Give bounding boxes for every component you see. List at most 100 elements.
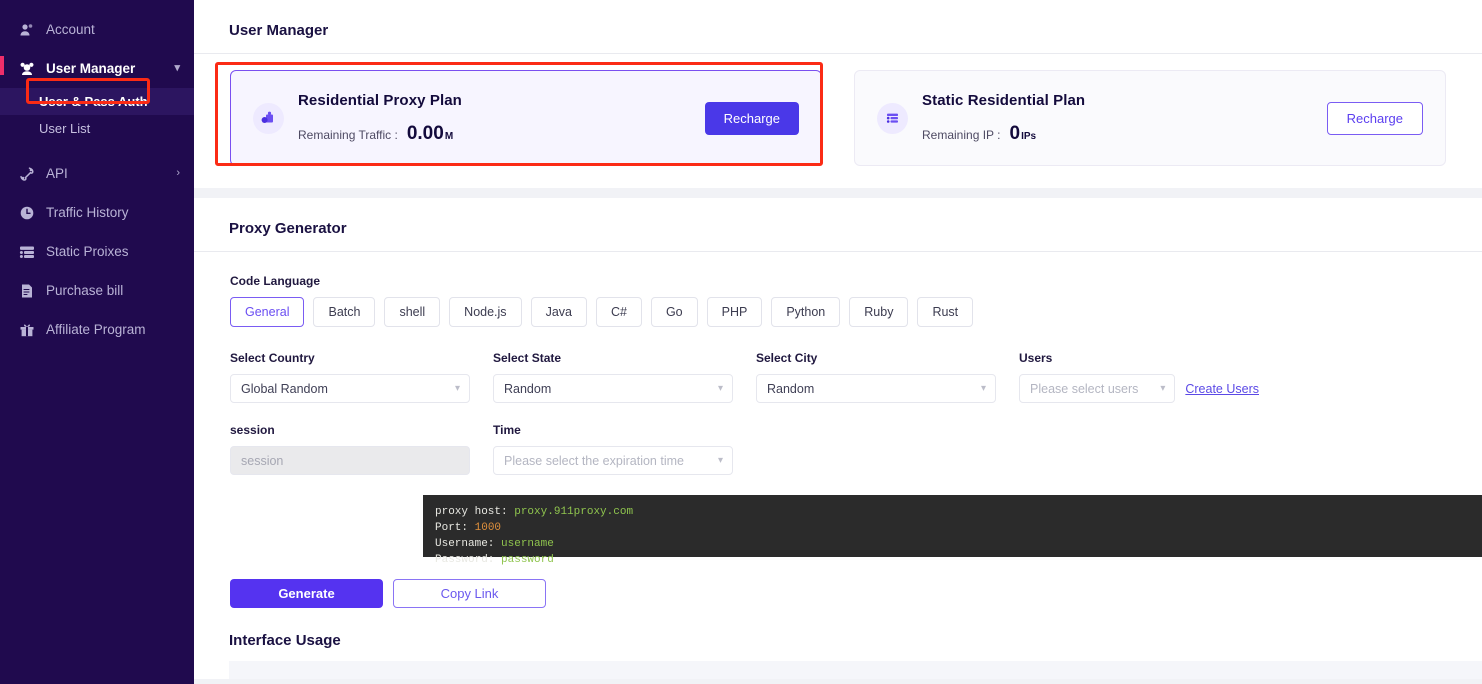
proxy-generator-panel: Proxy Generator Code Language General Ba… [194,198,1482,679]
plan-name: Static Residential Plan [922,91,1086,109]
city-field: Select City Random ▾ [756,351,996,403]
code-line-port: Port: 1000 [435,521,1470,537]
code-password-value: password [501,553,554,566]
lang-button-nodejs[interactable]: Node.js [449,297,522,327]
code-host-key: proxy host: [435,506,508,518]
plan-body: Static Residential Plan Remaining IP : 0… [922,92,1327,145]
plan-meta-value: 0.00 [406,122,444,144]
sidebar-item-label: Static Proixes [46,244,129,259]
country-select[interactable]: Global Random ▾ [230,374,470,403]
city-select[interactable]: Random ▾ [756,374,996,403]
proxy-generator-title: Proxy Generator [229,220,347,237]
sidebar-subitem-label: User & Pass Auth [39,94,148,109]
location-form-row: Select Country Global Random ▾ Select St… [230,351,1446,403]
user-manager-panel: User Manager Residential Proxy Plan Rema… [194,0,1482,188]
users-row: Please select users ▾ Create Users [1019,374,1259,403]
session-form-row: session session Time Please select the e… [230,423,1446,475]
plan-meta: Remaining Traffic : 0.00 M [298,123,705,145]
session-placeholder: session [241,453,284,468]
sidebar-item-purchase-bill[interactable]: Purchase bill [0,271,194,310]
users-label: Users [1019,351,1053,365]
residential-proxy-plan-card[interactable]: Residential Proxy Plan Remaining Traffic… [230,70,822,166]
bill-icon [19,283,35,299]
sidebar-item-api[interactable]: API › [0,154,194,193]
state-field: Select State Random ▾ [493,351,733,403]
sidebar-item-user-pass-auth[interactable]: User & Pass Auth [0,88,194,115]
static-residential-icon [877,102,908,134]
plan-meta-label: Remaining Traffic : [298,127,398,142]
app-root: Account User Manager ▾ User & Pass Auth … [0,0,1482,684]
gift-icon [19,322,35,338]
sidebar-item-account[interactable]: Account [0,10,194,49]
plan-meta-unit: M [444,130,454,142]
sidebar-item-traffic-history[interactable]: Traffic History [0,193,194,232]
interface-usage-strip [229,661,1482,679]
lang-button-csharp[interactable]: C# [595,297,642,327]
state-label: Select State [493,351,562,365]
sidebar-subitem-label: User List [39,121,91,136]
lang-button-ruby[interactable]: Ruby [849,297,909,327]
sidebar-item-user-list[interactable]: User List [0,115,194,142]
country-value: Global Random [241,381,328,396]
account-icon [19,22,35,38]
users-placeholder: Please select users [1030,381,1139,396]
generate-button[interactable]: Generate [230,579,383,608]
country-label: Select Country [230,351,315,365]
code-line-host: proxy host: proxy.911proxy.com [435,505,1470,521]
country-field: Select Country Global Random ▾ [230,351,470,403]
code-password-key: Password: [435,553,495,566]
lang-button-go[interactable]: Go [650,297,698,327]
code-username-key: Username: [435,537,495,550]
code-host-value: proxy.911proxy.com [514,506,634,518]
proxy-credentials-code-block: proxy host: proxy.911proxy.com Port: 100… [423,495,1482,566]
plan-name: Residential Proxy Plan [298,91,462,109]
session-field: session session [230,423,470,475]
time-field: Time Please select the expiration time ▾ [493,423,733,475]
sidebar-item-label: Purchase bill [46,283,124,298]
plan-meta-unit: IPs [1021,130,1037,142]
session-label: session [230,423,275,437]
sidebar-item-label: User Manager [46,61,136,76]
generator-actions-wrap: Generate Copy Link [194,557,1482,608]
chevron-right-icon[interactable]: › [176,168,180,179]
main-content: User Manager Residential Proxy Plan Rema… [194,0,1482,684]
code-username-value: username [501,537,554,550]
code-line-username: Username: username [435,537,1470,553]
plan-meta-label: Remaining IP : [922,127,1001,142]
lang-button-java[interactable]: Java [530,297,587,327]
state-select[interactable]: Random ▾ [493,374,733,403]
lang-button-rust[interactable]: Rust [917,297,974,327]
copy-link-button[interactable]: Copy Link [393,579,546,608]
page-title: User Manager [229,22,329,39]
api-icon [19,166,35,182]
chevron-down-icon: ▾ [980,382,986,394]
chevron-down-icon: ▾ [717,382,723,394]
state-value: Random [504,381,552,396]
recharge-button-static[interactable]: Recharge [1326,101,1423,135]
lang-button-python[interactable]: Python [771,297,841,327]
sidebar-item-affiliate-program[interactable]: Affiliate Program [0,310,194,349]
sidebar-item-static-proxies[interactable]: Static Proixes [0,232,194,271]
sidebar-item-user-manager[interactable]: User Manager ▾ [0,49,194,88]
lang-button-php[interactable]: PHP [706,297,763,327]
chevron-down-icon: ▾ [717,454,723,466]
code-port-key: Port: [435,521,469,534]
sidebar-item-label: API [46,166,68,181]
sidebar-item-label: Account [46,22,95,37]
city-value: Random [767,381,815,396]
code-language-label: Code Language [230,274,321,288]
users-select[interactable]: Please select users ▾ [1019,374,1176,403]
chevron-down-icon[interactable]: ▾ [174,63,180,74]
time-select[interactable]: Please select the expiration time ▾ [493,446,733,475]
lang-button-general[interactable]: General [230,297,305,327]
lang-button-batch[interactable]: Batch [313,297,376,327]
server-icon [19,244,35,260]
plan-meta: Remaining IP : 0 IPs [922,123,1327,145]
code-port-value: 1000 [474,521,502,534]
clock-icon [19,205,35,221]
session-input[interactable]: session [230,446,470,475]
create-users-link[interactable]: Create Users [1185,382,1259,396]
recharge-button-residential[interactable]: Recharge [704,101,799,135]
lang-button-shell[interactable]: shell [384,297,441,327]
static-residential-plan-card[interactable]: Static Residential Plan Remaining IP : 0… [854,70,1446,166]
